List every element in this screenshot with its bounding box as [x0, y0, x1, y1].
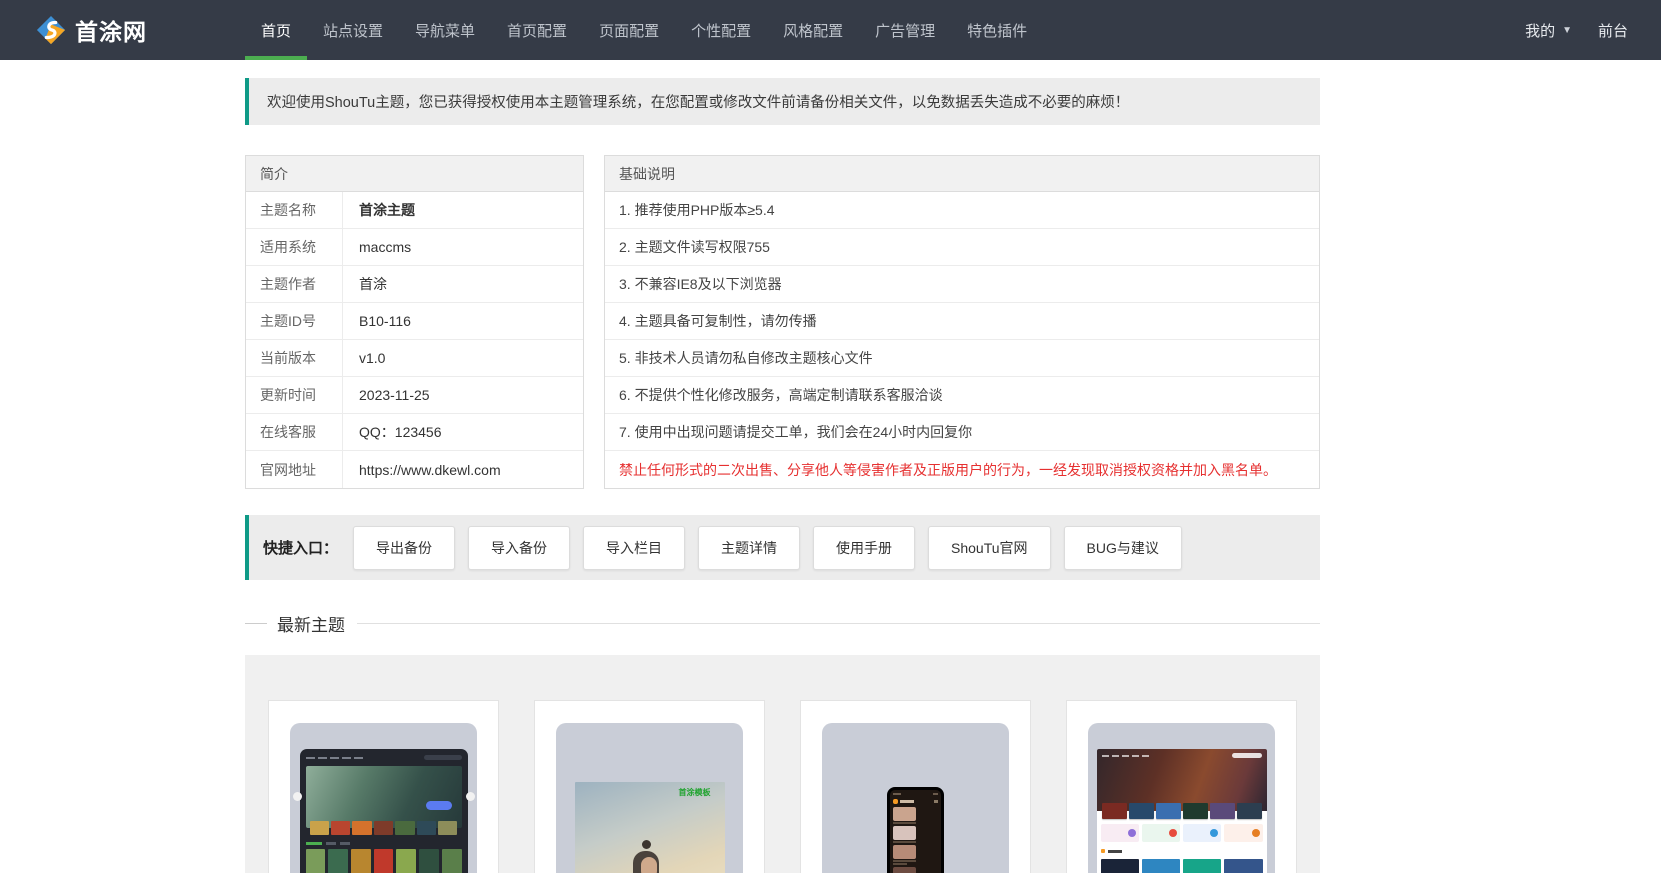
nav-item-page-config[interactable]: 页面配置	[583, 0, 675, 60]
import-columns-button[interactable]: 导入栏目	[583, 525, 686, 570]
intro-panel: 简介 主题名称 首涂主题 适用系统 maccms 主题作者 首涂 主题ID号 B…	[245, 155, 584, 489]
row-label: 官网地址	[246, 451, 343, 488]
note-item: 7. 使用中出现问题请提交工单，我们会在24小时内回复你	[605, 414, 1319, 451]
warning-note: 禁止任何形式的二次出售、分享他人等侵害作者及正版用户的行为，一经发现取消授权资格…	[619, 461, 1277, 478]
theme-card-1[interactable]	[268, 700, 499, 873]
theme-preview-1	[290, 723, 477, 873]
row-value: maccms	[359, 239, 412, 255]
row-value: v1.0	[359, 350, 386, 366]
table-row: 官网地址 https://www.dkewl.com	[246, 451, 583, 488]
nav-item-site-settings[interactable]: 站点设置	[307, 0, 399, 60]
row-label: 主题名称	[246, 192, 343, 228]
top-navbar: 首涂网 首页 站点设置 导航菜单 首页配置 页面配置 个性配置 风格配置 广告管…	[0, 0, 1661, 60]
divider	[357, 623, 1320, 624]
row-label: 在线客服	[246, 414, 343, 450]
note-item: 5. 非技术人员请勿私自修改主题核心文件	[605, 340, 1319, 377]
row-label: 适用系统	[246, 229, 343, 265]
nav-item-featured-plugins[interactable]: 特色插件	[951, 0, 1043, 60]
theme-cards: 首涂模板 ▶	[268, 700, 1297, 873]
nav-item-home-config[interactable]: 首页配置	[491, 0, 583, 60]
logo-icon	[36, 15, 66, 45]
nav-item-personal-config[interactable]: 个性配置	[675, 0, 767, 60]
bug-suggestion-button[interactable]: BUG与建议	[1063, 525, 1182, 570]
note-item: 1. 推荐使用PHP版本≥5.4	[605, 192, 1319, 229]
row-value: 首涂主题	[359, 202, 415, 218]
notes-panel: 基础说明 1. 推荐使用PHP版本≥5.4 2. 主题文件读写权限755 3. …	[604, 155, 1320, 489]
official-site-url[interactable]: https://www.dkewl.com	[343, 451, 501, 488]
intro-panel-title: 简介	[246, 156, 583, 192]
row-value: 首涂	[359, 276, 387, 292]
nav-item-home[interactable]: 首页	[245, 0, 308, 60]
table-row: 适用系统 maccms	[246, 229, 583, 266]
logo-text: 首涂网	[75, 19, 147, 45]
chevron-down-icon: ▼	[1562, 24, 1572, 36]
export-backup-button[interactable]: 导出备份	[353, 525, 456, 570]
quick-entry-bar: 快捷入口： 导出备份 导入备份 导入栏目 主题详情 使用手册 ShouTu官网 …	[245, 515, 1320, 580]
theme-card-2[interactable]: 首涂模板 ▶	[534, 700, 765, 873]
welcome-alert-text: 欢迎使用ShouTu主题，您已获得授权使用本主题管理系统，在您配置或修改文件前请…	[267, 95, 1130, 111]
notes-panel-title: 基础说明	[605, 156, 1319, 192]
watermark-text: 首涂模板	[678, 788, 711, 797]
row-label: 更新时间	[246, 377, 343, 413]
theme-details-button[interactable]: 主题详情	[698, 525, 801, 570]
table-row: 主题名称 首涂主题	[246, 192, 583, 229]
welcome-alert: 欢迎使用ShouTu主题，您已获得授权使用本主题管理系统，在您配置或修改文件前请…	[245, 78, 1320, 125]
logo[interactable]: 首涂网	[36, 0, 147, 60]
note-item: 3. 不兼容IE8及以下浏览器	[605, 266, 1319, 303]
frontend-link[interactable]: 前台	[1585, 0, 1641, 60]
my-dropdown[interactable]: 我的 ▼	[1512, 0, 1585, 60]
row-value: 2023-11-25	[359, 387, 430, 403]
nav-item-style-config[interactable]: 风格配置	[767, 0, 859, 60]
quick-entry-label: 快捷入口：	[263, 540, 339, 557]
info-row: 简介 主题名称 首涂主题 适用系统 maccms 主题作者 首涂 主题ID号 B…	[245, 155, 1320, 489]
theme-preview-4	[1088, 723, 1275, 873]
latest-themes-panel: 首涂模板 ▶	[245, 655, 1320, 873]
note-item: 6. 不提供个性化修改服务，高端定制请联系客服洽谈	[605, 377, 1319, 414]
section-title-text: 最新主题	[277, 616, 345, 635]
theme-preview-2: 首涂模板 ▶	[556, 723, 743, 873]
theme-card-4[interactable]	[1066, 700, 1297, 873]
row-value: B10-116	[359, 313, 411, 329]
table-row: 更新时间 2023-11-25	[246, 377, 583, 414]
import-backup-button[interactable]: 导入备份	[468, 525, 571, 570]
table-row: 主题作者 首涂	[246, 266, 583, 303]
table-row: 在线客服 QQ：123456	[246, 414, 583, 451]
divider	[245, 623, 267, 624]
note-item: 4. 主题具备可复制性，请勿传播	[605, 303, 1319, 340]
main-menu: 首页 站点设置 导航菜单 首页配置 页面配置 个性配置 风格配置 广告管理 特色…	[245, 0, 1043, 60]
main-content: 欢迎使用ShouTu主题，您已获得授权使用本主题管理系统，在您配置或修改文件前请…	[245, 78, 1320, 873]
theme-card-3[interactable]	[800, 700, 1031, 873]
shoutu-official-button[interactable]: ShouTu官网	[928, 525, 1051, 570]
table-row: 主题ID号 B10-116	[246, 303, 583, 340]
note-item: 2. 主题文件读写权限755	[605, 229, 1319, 266]
table-row: 当前版本 v1.0	[246, 340, 583, 377]
latest-themes-title: 最新主题	[245, 611, 1320, 636]
theme-preview-3	[822, 723, 1009, 873]
row-value: QQ：123456	[359, 424, 442, 440]
user-manual-button[interactable]: 使用手册	[813, 525, 916, 570]
row-label: 当前版本	[246, 340, 343, 376]
row-label: 主题ID号	[246, 303, 343, 339]
navbar-right: 我的 ▼ 前台	[1512, 0, 1661, 60]
my-dropdown-label: 我的	[1525, 22, 1556, 40]
row-label: 主题作者	[246, 266, 343, 302]
nav-item-ad-management[interactable]: 广告管理	[859, 0, 951, 60]
nav-item-nav-menu[interactable]: 导航菜单	[399, 0, 491, 60]
